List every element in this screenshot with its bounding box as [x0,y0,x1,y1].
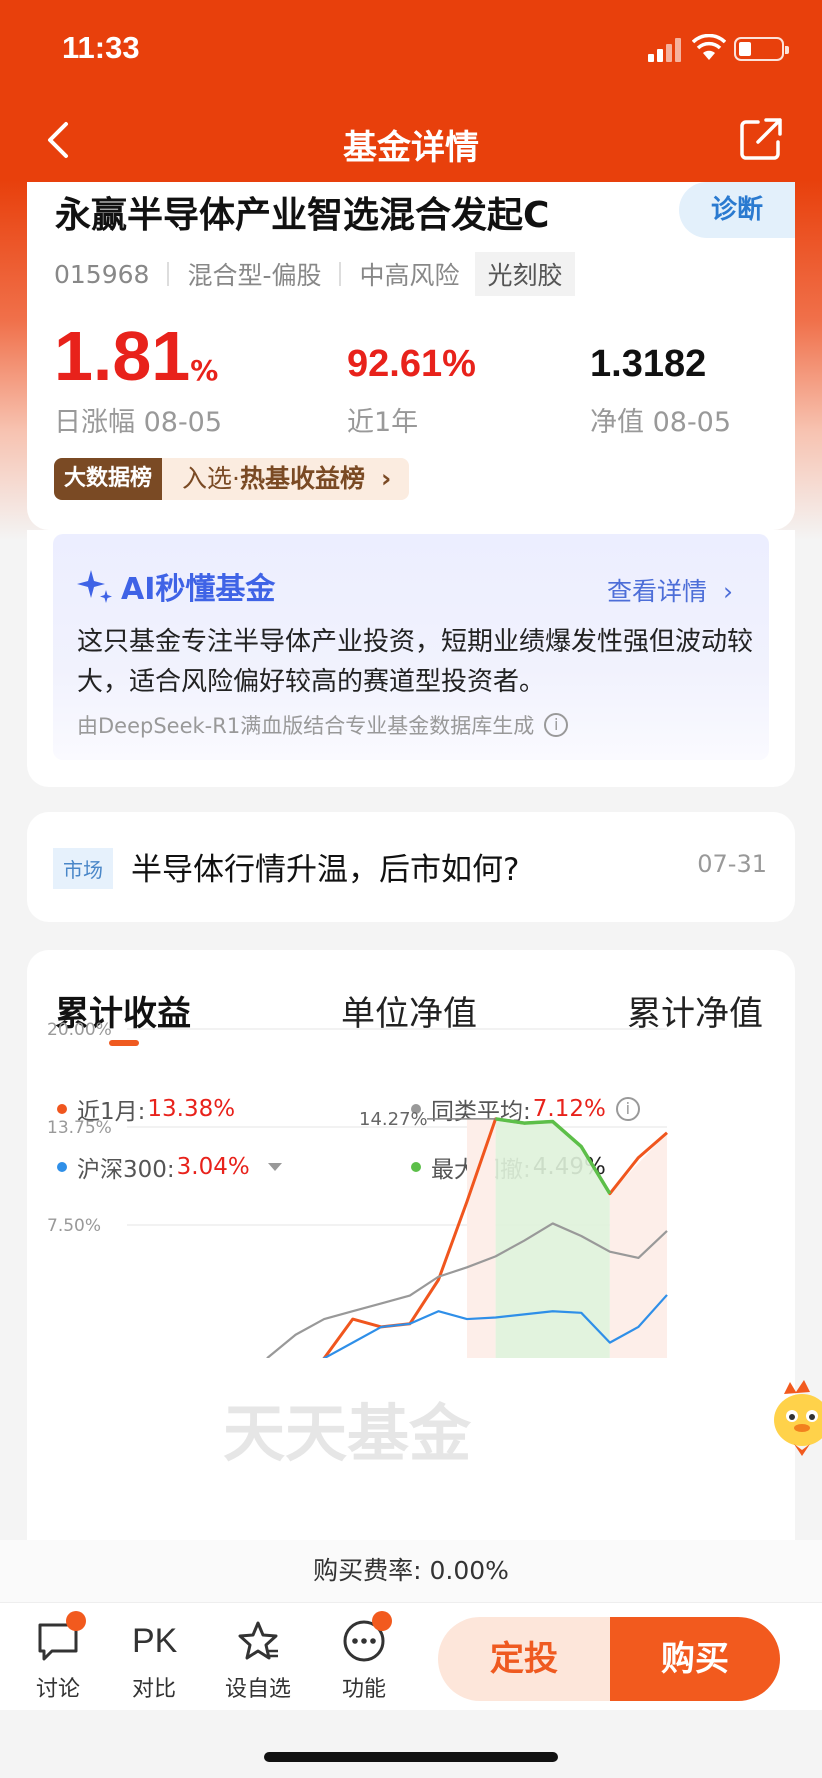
page-title: 基金详情 [343,128,479,168]
watchlist-label: 设自选 [224,1677,291,1702]
watermark: 天天基金 [223,1397,472,1470]
battery-icon [734,37,789,61]
chat-bubble-icon [36,1611,86,1663]
nav-value-label: 净值 08-05 [590,407,732,438]
day-change-label: 日涨幅 08-05 [54,407,223,438]
home-indicator [264,1752,558,1762]
nav-value: 1.3182 [590,343,707,385]
star-icon [236,1619,280,1663]
share-icon[interactable] [738,116,784,162]
rank-banner[interactable]: 大数据榜 入选·热基收益榜 › [54,458,410,500]
fund-meta: 015968 混合型-偏股 中高风险 光刻胶 [54,252,575,296]
ai-summary-section: AI秒懂基金 查看详情 › 这只基金专注半导体产业投资，短期业绩爆发性强但波动较… [27,530,795,787]
year-return-label: 近1年 [347,407,419,438]
ai-source-note-text: 由DeepSeek-R1满血版结合专业基金数据库生成 [77,714,535,738]
y-tick-label: 13.75% [47,1118,112,1138]
rank-text-bold: 热基收益榜 [239,464,365,493]
gain-shading [467,1118,496,1358]
status-time: 11:33 [62,30,140,65]
fund-code: 015968 [54,259,150,289]
status-bar: 11:33 [0,0,822,100]
sparkle-icon [77,570,112,603]
rank-text: 入选·热基收益榜 › [162,458,410,500]
pk-icon: PK [132,1622,178,1660]
ai-summary-text: 这只基金专注半导体产业投资，短期业绩爆发性强但波动较大，适合风险偏好较高的赛道型… [77,627,754,697]
rank-badge: 大数据榜 [54,458,163,500]
more-dots-icon [342,1611,392,1663]
more-label: 功能 [341,1677,386,1702]
fund-risk: 中高风险 [359,261,460,290]
return-chart[interactable]: 20.00% 13.75% 7.50% 14.27% 天天基金 [27,950,795,1540]
fund-name: 永赢半导体产业智选混合发起C [55,195,550,236]
fund-summary-card: 永赢半导体产业智选混合发起C 诊断 015968 混合型-偏股 中高风险 光刻胶… [27,182,795,530]
news-tag: 市场 [53,848,113,889]
recovery-shading [609,1132,667,1358]
day-change-value: 1.81 [54,317,191,395]
wifi-icon [692,34,726,60]
ai-summary-card[interactable]: AI秒懂基金 查看详情 › 这只基金专注半导体产业投资，短期业绩爆发性强但波动较… [53,534,769,760]
drawdown-shading [495,1118,610,1358]
discuss-label: 讨论 [35,1677,80,1702]
day-change-stat: 1.81% 日涨幅 08-05 [54,316,222,439]
more-functions-button[interactable]: 功能 [324,1611,404,1703]
buy-button[interactable]: 购买 [610,1617,780,1701]
news-title: 半导体行情升温，后市如何? [131,852,520,888]
divider [167,262,170,286]
auto-invest-button[interactable]: 定投 [438,1617,610,1701]
ai-title-text: AI秒懂基金 [121,572,276,607]
divider [339,262,342,286]
nav-value-stat: 1.3182 净值 08-05 [590,332,731,439]
diagnose-button[interactable]: 诊断 [679,182,795,238]
notification-dot [66,1611,86,1631]
news-item[interactable]: 市场 半导体行情升温，后市如何? 07-31 [27,812,795,922]
peak-label: 14.27% [359,1109,428,1130]
news-date: 07-31 [697,850,767,878]
day-change-unit: % [190,354,219,387]
chevron-right-icon: › [380,464,392,493]
discuss-button[interactable]: 讨论 [18,1611,98,1703]
chevron-right-icon: › [723,577,733,606]
rank-text-prefix: 入选· [182,464,240,493]
year-return-stat: 92.61% 近1年 [347,332,476,439]
nav-bar: 基金详情 [0,100,822,180]
fund-type: 混合型-偏股 [187,261,322,290]
cellular-signal-icon [648,38,684,62]
info-icon[interactable]: i [544,713,569,737]
compare-button[interactable]: PK 对比 [114,1619,194,1703]
year-return-value: 92.61% [347,343,476,385]
purchase-fee: 购买费率: 0.00% [0,1540,822,1602]
y-tick-label: 7.50% [47,1216,101,1236]
add-watchlist-button[interactable]: 设自选 [218,1619,298,1703]
notification-dot [372,1611,392,1631]
ai-title: AI秒懂基金 [75,564,275,608]
mascot-icon[interactable] [770,1380,822,1456]
y-tick-label: 20.00% [47,1020,112,1040]
view-details-label: 查看详情 [607,577,708,606]
fund-theme-tag[interactable]: 光刻胶 [475,252,575,296]
view-details-link[interactable]: 查看详情 › [607,572,733,608]
bottom-action-bar: 讨论 PK 对比 设自选 功能 定投 购买 [0,1602,822,1710]
compare-label: 对比 [131,1677,176,1702]
ai-source-note: 由DeepSeek-R1满血版结合专业基金数据库生成 i [77,710,569,740]
